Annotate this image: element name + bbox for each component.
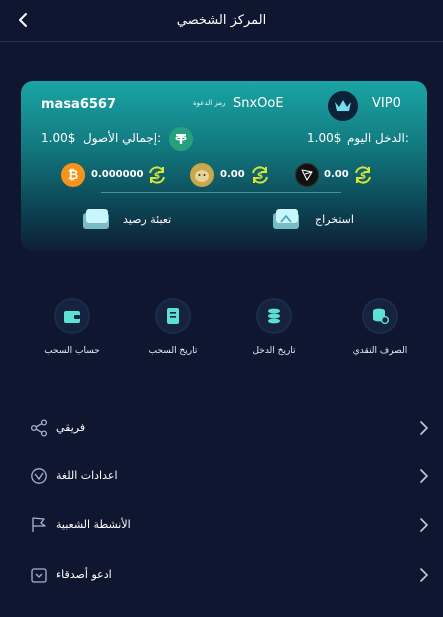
swap-icon[interactable]: $ — [146, 164, 168, 186]
quick-action-label: تاريخ السحب — [148, 346, 198, 356]
tron-balance: 0.00 — [324, 169, 349, 180]
svg-text:$: $ — [154, 172, 160, 182]
menu-item-label: اعدادات اللغة — [56, 469, 118, 482]
dogecoin-icon — [190, 163, 214, 187]
bitcoin-balance: 0.000000 — [91, 169, 144, 180]
svg-text:$: $ — [360, 172, 366, 182]
chevron-right-icon — [420, 518, 429, 532]
menu-item-language-settings[interactable]: اعدادات اللغة — [0, 457, 443, 497]
quick-action-label: حساب السحب — [44, 346, 100, 356]
database-gear-icon — [362, 298, 398, 334]
chevron-right-icon — [420, 568, 429, 582]
crown-icon — [328, 91, 358, 121]
page-title: المركز الشخصي — [176, 13, 267, 28]
username: masa6567 — [41, 97, 117, 112]
menu-item-label: فريقي — [56, 421, 86, 434]
chevron-right-icon — [420, 421, 429, 435]
withdraw-history-button[interactable]: تاريخ السحب — [128, 298, 218, 356]
dogecoin-balance: 0.00 — [220, 169, 245, 180]
income-history-button[interactable]: تاريخ الدخل — [229, 298, 319, 356]
card-divider — [101, 192, 341, 193]
wallet-card-icon — [83, 209, 109, 229]
back-button[interactable] — [12, 9, 34, 31]
withdraw-label: استخراج — [315, 213, 354, 226]
tron-icon — [295, 163, 319, 187]
flag-icon — [32, 517, 46, 532]
menu-item-popular-activities[interactable]: الأنشطة الشعبية — [0, 506, 443, 546]
menu-item-invite-friends[interactable]: ادعو أصدقاء — [0, 556, 443, 596]
total-assets-label: إجمالي الأصول: — [83, 131, 162, 145]
swap-icon[interactable]: $ — [352, 164, 374, 186]
deposit-button[interactable]: تعبئة رصيد — [81, 205, 221, 235]
total-assets-value: 1.00$ — [41, 131, 76, 145]
deposit-label: تعبئة رصيد — [123, 213, 172, 226]
quick-action-label: تاريخ الدخل — [252, 346, 296, 356]
withdraw-account-button[interactable]: حساب السحب — [27, 298, 117, 356]
invite-code[interactable]: SnxOoE — [233, 96, 284, 111]
coin-balances: ₿ 0.000000 $ 0.00 $ 0.00 $ — [21, 163, 427, 189]
chevron-right-icon — [420, 469, 429, 483]
menu-item-label: الأنشطة الشعبية — [56, 518, 131, 531]
bitcoin-icon: ₿ — [61, 163, 85, 187]
document-icon — [155, 298, 191, 334]
coin-stack-icon — [256, 298, 292, 334]
withdraw-button[interactable]: استخراج — [271, 205, 371, 235]
chevron-left-icon — [19, 13, 27, 27]
account-card: masa6567 رمز الدعوة SnxOoE VIP0 1.00$ إج… — [21, 81, 427, 251]
page-header: المركز الشخصي — [0, 0, 443, 42]
today-income-value: 1.00$ — [307, 131, 342, 145]
inbox-download-icon — [31, 568, 47, 583]
svg-text:$: $ — [257, 172, 263, 182]
quick-action-label: الصرف النقدي — [352, 346, 408, 356]
cash-exchange-button[interactable]: الصرف النقدي — [335, 298, 425, 356]
swap-icon[interactable]: $ — [249, 164, 271, 186]
menu-item-label: ادعو أصدقاء — [56, 568, 112, 581]
language-icon — [31, 468, 47, 484]
invite-code-label: رمز الدعوة — [193, 99, 226, 107]
vip-level: VIP0 — [372, 96, 401, 111]
balance-row: 1.00$ إجمالي الأصول: 1.00$ الدخل اليوم: — [21, 125, 427, 153]
share-icon — [30, 419, 48, 437]
card-top-row: masa6567 رمز الدعوة SnxOoE VIP0 — [21, 81, 427, 127]
menu-item-my-team[interactable]: فريقي — [0, 409, 443, 449]
wallet-card-icon — [273, 209, 299, 229]
tether-icon — [169, 127, 193, 151]
wallet-icon — [54, 298, 90, 334]
today-income-label: الدخل اليوم: — [347, 131, 409, 145]
